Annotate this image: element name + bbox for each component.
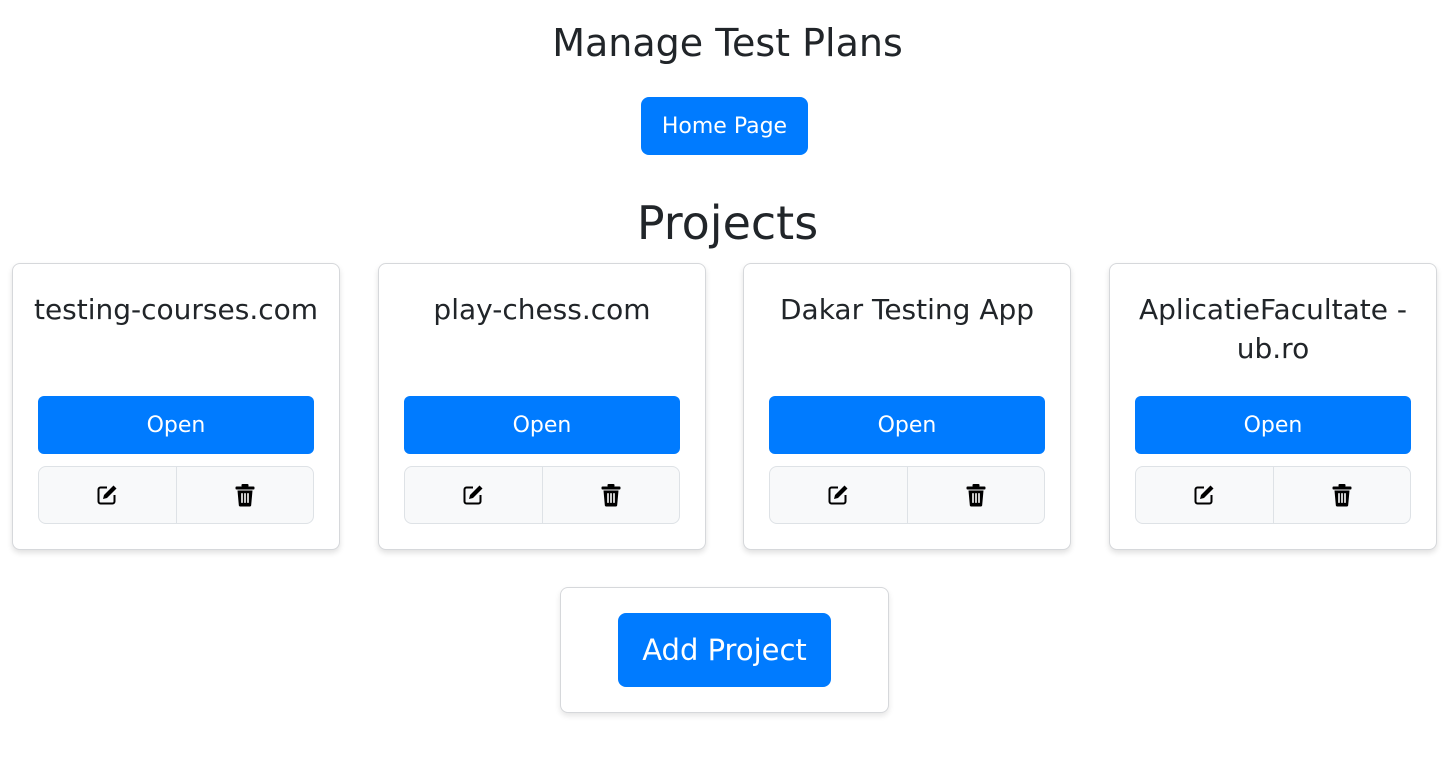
project-card: Dakar Testing App Open [743,263,1071,550]
delete-project-button[interactable] [906,467,1045,523]
edit-project-button[interactable] [39,467,176,523]
project-actions [404,466,680,524]
add-project-button[interactable]: Add Project [618,613,831,687]
edit-icon [461,483,485,507]
add-project-card: Add Project [560,587,889,713]
edit-icon [1192,483,1216,507]
project-card: play-chess.com Open [378,263,706,550]
open-project-button[interactable]: Open [769,396,1045,454]
edit-icon [95,483,119,507]
trash-icon [965,483,987,507]
project-title: play-chess.com [433,293,651,326]
trash-icon [234,483,256,507]
open-project-button[interactable]: Open [38,396,314,454]
edit-icon [826,483,850,507]
project-title: AplicatieFacultate - ub.ro [1139,293,1407,365]
project-actions [1135,466,1411,524]
project-title: Dakar Testing App [779,293,1035,326]
delete-project-button[interactable] [1272,467,1411,523]
trash-icon [600,483,622,507]
page-title: Manage Test Plans [552,21,903,65]
edit-project-button[interactable] [770,467,907,523]
edit-project-button[interactable] [1136,467,1273,523]
open-project-button[interactable]: Open [404,396,680,454]
edit-project-button[interactable] [405,467,542,523]
project-actions [769,466,1045,524]
trash-icon [1331,483,1353,507]
open-project-button[interactable]: Open [1135,396,1411,454]
project-card: testing-courses.com Open [12,263,340,550]
home-page-button[interactable]: Home Page [641,97,808,155]
delete-project-button[interactable] [541,467,680,523]
project-card: AplicatieFacultate - ub.ro Open [1109,263,1437,550]
project-title: testing-courses.com [33,293,319,326]
project-actions [38,466,314,524]
delete-project-button[interactable] [175,467,314,523]
projects-heading: Projects [636,196,819,250]
